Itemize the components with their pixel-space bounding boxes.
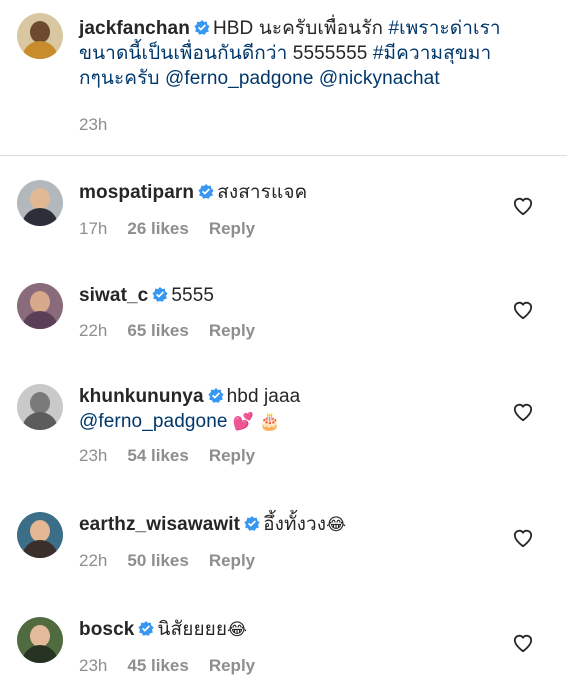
heart-outline-icon[interactable] <box>512 300 534 320</box>
avatar[interactable] <box>17 13 63 59</box>
verified-badge-icon <box>208 388 224 403</box>
comment-username[interactable]: khunkununya <box>79 386 204 407</box>
divider <box>0 155 567 156</box>
caption-text-2: 5555555 <box>287 43 373 64</box>
comment-body: hbd jaaa <box>226 386 301 407</box>
caption-meta: 23h <box>79 115 107 135</box>
caption-username[interactable]: jackfanchan <box>79 18 190 39</box>
likes-count[interactable]: 45 likes <box>127 656 188 676</box>
reply-button[interactable]: Reply <box>209 656 255 676</box>
likes-count[interactable]: 26 likes <box>127 219 188 239</box>
comment-text: siwat_c 5555 <box>79 283 539 308</box>
likes-count[interactable]: 65 likes <box>127 321 188 341</box>
verified-badge-icon <box>152 287 168 302</box>
comment-text: khunkununya hbd jaaa @ferno_padgone 💕 🎂 <box>79 384 539 434</box>
avatar[interactable] <box>17 283 63 329</box>
reply-button[interactable]: Reply <box>209 446 255 466</box>
timestamp: 23h <box>79 656 108 675</box>
avatar[interactable] <box>17 512 63 558</box>
comment-text: bosck นิสัยยยย😂 <box>79 617 539 642</box>
comment-body: อึ้งทั้งวง <box>263 514 327 535</box>
post-caption: jackfanchan HBD นะครับเพื่อนรัก #เพราะด่า… <box>0 0 567 155</box>
verified-badge-icon <box>198 184 214 199</box>
comment-meta: 22h 65 likes Reply <box>79 321 255 341</box>
timestamp: 22h <box>79 551 108 570</box>
heart-outline-icon[interactable] <box>512 633 534 653</box>
laughing-emoji: 😂 <box>326 515 347 534</box>
caption-text: jackfanchan HBD นะครับเพื่อนรัก #เพราะด่า… <box>79 16 539 91</box>
timestamp: 17h <box>79 219 108 238</box>
avatar[interactable] <box>17 180 63 226</box>
reply-button[interactable]: Reply <box>209 551 255 571</box>
hashtag-continuation[interactable]: ขนาดนี้เป็นเพื่อนกันดีกว่า <box>79 43 287 64</box>
comment-username[interactable]: earthz_wisawawit <box>79 514 240 535</box>
heart-outline-icon[interactable] <box>512 196 534 216</box>
caption-text-1: HBD นะครับเพื่อนรัก <box>212 18 389 39</box>
verified-badge-icon <box>244 516 260 531</box>
comment-username[interactable]: siwat_c <box>79 285 148 306</box>
mention-link[interactable]: @ferno_padgone <box>165 68 314 89</box>
comment-text: mospatiparn สงสารแจค <box>79 180 539 205</box>
timestamp: 22h <box>79 321 108 340</box>
likes-count[interactable]: 50 likes <box>127 551 188 571</box>
comment-body: สงสารแจค <box>217 182 308 203</box>
verified-badge-icon <box>194 20 210 35</box>
mention-link[interactable]: @ferno_padgone <box>79 411 228 432</box>
comment-username[interactable]: mospatiparn <box>79 182 194 203</box>
avatar[interactable] <box>17 384 63 430</box>
comment-meta: 23h 54 likes Reply <box>79 446 255 466</box>
emoji-heart-cake: 💕 🎂 <box>232 412 281 431</box>
verified-badge-icon <box>138 621 155 636</box>
comment-body: นิสัยยยย <box>157 619 228 640</box>
timestamp: 23h <box>79 115 108 134</box>
comment-meta: 23h 45 likes Reply <box>79 656 255 676</box>
mention-link[interactable]: @nickynachat <box>319 68 440 89</box>
likes-count[interactable]: 54 likes <box>127 446 188 466</box>
comment-meta: 22h 50 likes Reply <box>79 551 255 571</box>
heart-outline-icon[interactable] <box>512 528 534 548</box>
laughing-emoji: 😂 <box>227 620 248 639</box>
hashtag-continuation[interactable]: กๆนะครับ <box>79 68 160 89</box>
reply-button[interactable]: Reply <box>209 219 255 239</box>
avatar[interactable] <box>17 617 63 663</box>
comment-text: earthz_wisawawit อึ้งทั้งวง😂 <box>79 512 539 537</box>
heart-outline-icon[interactable] <box>512 402 534 422</box>
hashtag-link[interactable]: #มีความสุขมา <box>373 43 491 64</box>
comment-meta: 17h 26 likes Reply <box>79 219 255 239</box>
hashtag-link[interactable]: #เพราะด่าเรา <box>389 18 501 39</box>
reply-button[interactable]: Reply <box>209 321 255 341</box>
comment-username[interactable]: bosck <box>79 619 134 640</box>
timestamp: 23h <box>79 446 108 465</box>
comment-body: 5555 <box>171 285 215 306</box>
